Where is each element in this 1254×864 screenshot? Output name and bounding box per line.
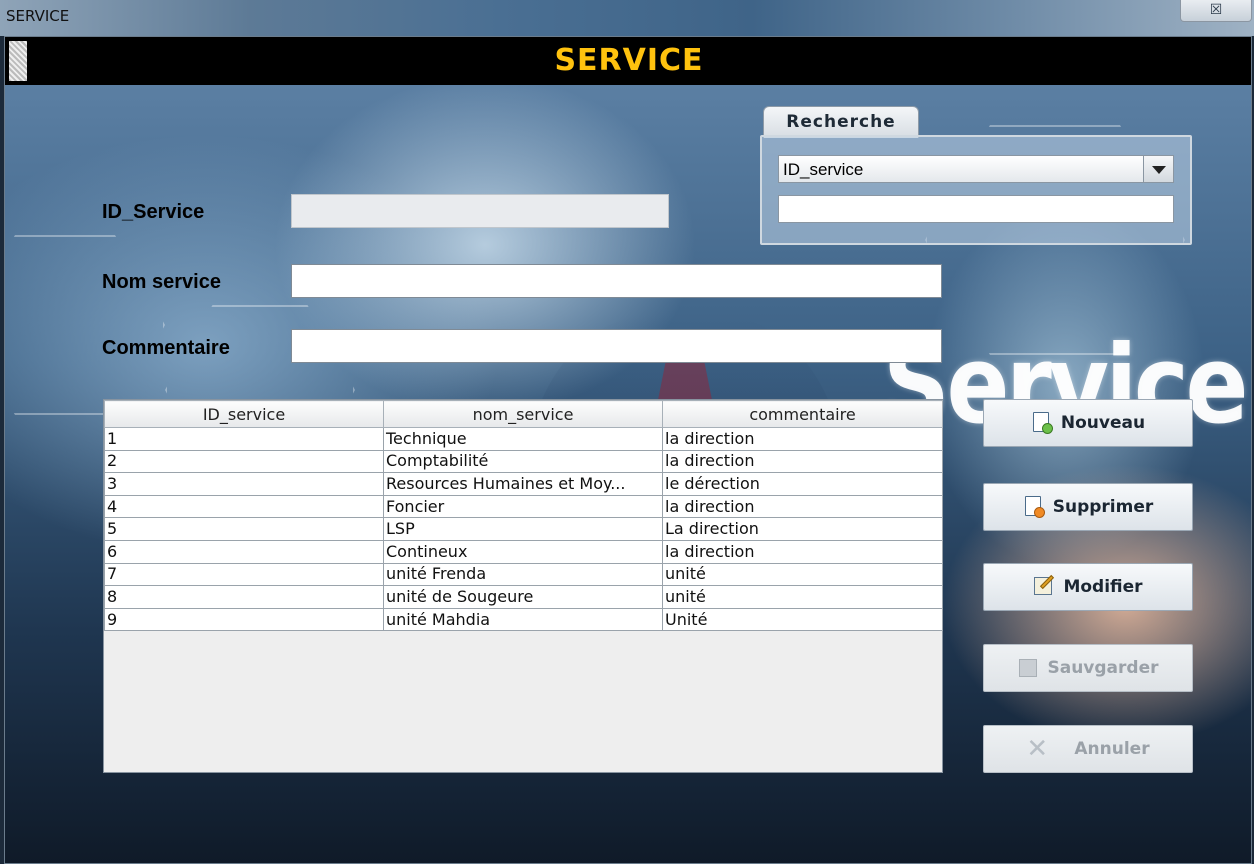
search-field-selected: ID_service [783, 160, 864, 179]
main-frame: Service SERVICE ID_Service Nom service C… [4, 36, 1252, 864]
services-table[interactable]: ID_service nom_service commentaire 1 Tech… [103, 399, 943, 773]
cell-id: 3 [104, 472, 384, 496]
cell-commentaire: Unité [662, 607, 943, 632]
search-panel: ID_service [760, 135, 1192, 245]
commentaire-input[interactable] [292, 330, 941, 362]
cell-commentaire: la direction [662, 449, 943, 474]
cell-id: 9 [104, 607, 384, 632]
cell-nom: Foncier [383, 494, 663, 519]
table-row[interactable]: 6 Contineux la direction [104, 539, 943, 564]
supprimer-button[interactable]: Supprimer [983, 483, 1193, 531]
nom-service-label: Nom service [102, 271, 221, 293]
annuler-label: Annuler [1074, 739, 1150, 759]
cell-commentaire: la direction [662, 494, 943, 519]
table-row[interactable]: 8 unité de Sougeure unité [104, 585, 943, 609]
cell-nom: Technique [383, 427, 663, 451]
cell-nom: LSP [383, 517, 663, 541]
table-row[interactable]: 9 unité Mahdia Unité [104, 607, 943, 632]
delete-document-icon [1023, 496, 1045, 518]
cell-commentaire: unité [662, 585, 943, 609]
annuler-button[interactable]: ✕ Annuler [983, 725, 1193, 773]
id-service-field [291, 194, 669, 228]
modifier-button[interactable]: Modifier [983, 563, 1193, 611]
cell-id: 2 [104, 449, 384, 474]
sauvgarder-button[interactable]: Sauvgarder [983, 644, 1193, 692]
nouveau-label: Nouveau [1060, 413, 1146, 433]
search-input-box[interactable] [778, 195, 1174, 223]
cell-nom: Comptabilité [383, 449, 663, 474]
cell-commentaire: le dérection [662, 472, 943, 496]
cell-nom: unité Mahdia [383, 607, 663, 632]
chevron-down-icon[interactable] [1143, 156, 1173, 182]
cell-id: 1 [104, 427, 384, 451]
commentaire-label: Commentaire [102, 337, 230, 359]
column-header-commentaire[interactable]: commentaire [662, 400, 943, 428]
column-header-id-service[interactable]: ID_service [104, 400, 384, 428]
commentaire-field[interactable] [291, 329, 942, 363]
search-field-select[interactable]: ID_service [778, 155, 1174, 183]
cell-nom: unité de Sougeure [383, 585, 663, 609]
table-header-row: ID_service nom_service commentaire [104, 400, 943, 428]
edit-icon [1033, 574, 1055, 598]
table-row[interactable]: 5 LSP La direction [104, 517, 943, 541]
cell-commentaire: la direction [662, 539, 943, 564]
id-service-input [292, 195, 668, 227]
page-title: SERVICE [554, 43, 704, 78]
id-service-label: ID_Service [102, 201, 205, 223]
new-document-icon [1031, 412, 1053, 434]
cell-id: 8 [104, 585, 384, 609]
cell-id: 6 [104, 539, 384, 564]
supprimer-label: Supprimer [1052, 497, 1154, 517]
save-icon [1017, 657, 1039, 679]
hexagon-decoration [5, 235, 165, 415]
cell-id: 7 [104, 562, 384, 587]
header-bar: SERVICE [5, 37, 1251, 85]
cell-commentaire: La direction [662, 517, 943, 541]
nouveau-button[interactable]: Nouveau [983, 399, 1193, 447]
cell-nom: Resources Humaines et Moy... [383, 472, 663, 496]
cell-id: 4 [104, 494, 384, 519]
close-icon[interactable]: ☒ [1180, 0, 1252, 22]
cell-id: 5 [104, 517, 384, 541]
cancel-x-icon: ✕ [1026, 734, 1049, 764]
modifier-label: Modifier [1063, 577, 1143, 597]
column-header-nom-service[interactable]: nom_service [383, 400, 663, 428]
cell-commentaire: la direction [662, 427, 943, 451]
search-input[interactable] [779, 196, 1173, 222]
nom-service-input[interactable] [292, 265, 941, 297]
cell-nom: unité Frenda [383, 562, 663, 587]
sauvgarder-label: Sauvgarder [1047, 658, 1159, 678]
cell-commentaire: unité [662, 562, 943, 587]
tab-recherche[interactable]: Recherche [763, 106, 919, 138]
cell-nom: Contineux [383, 539, 663, 564]
table-row[interactable]: 4 Foncier la direction [104, 494, 943, 519]
nom-service-field[interactable] [291, 264, 942, 298]
table-row[interactable]: 3 Resources Humaines et Moy... le dérectio… [104, 472, 943, 496]
window-title: SERVICE [6, 7, 70, 25]
table-row[interactable]: 1 Technique la direction [104, 427, 943, 451]
table-row[interactable]: 7 unité Frenda unité [104, 562, 943, 587]
window-titlebar: SERVICE ☒ [0, 0, 1254, 36]
table-row[interactable]: 2 Comptabilité la direction [104, 449, 943, 474]
